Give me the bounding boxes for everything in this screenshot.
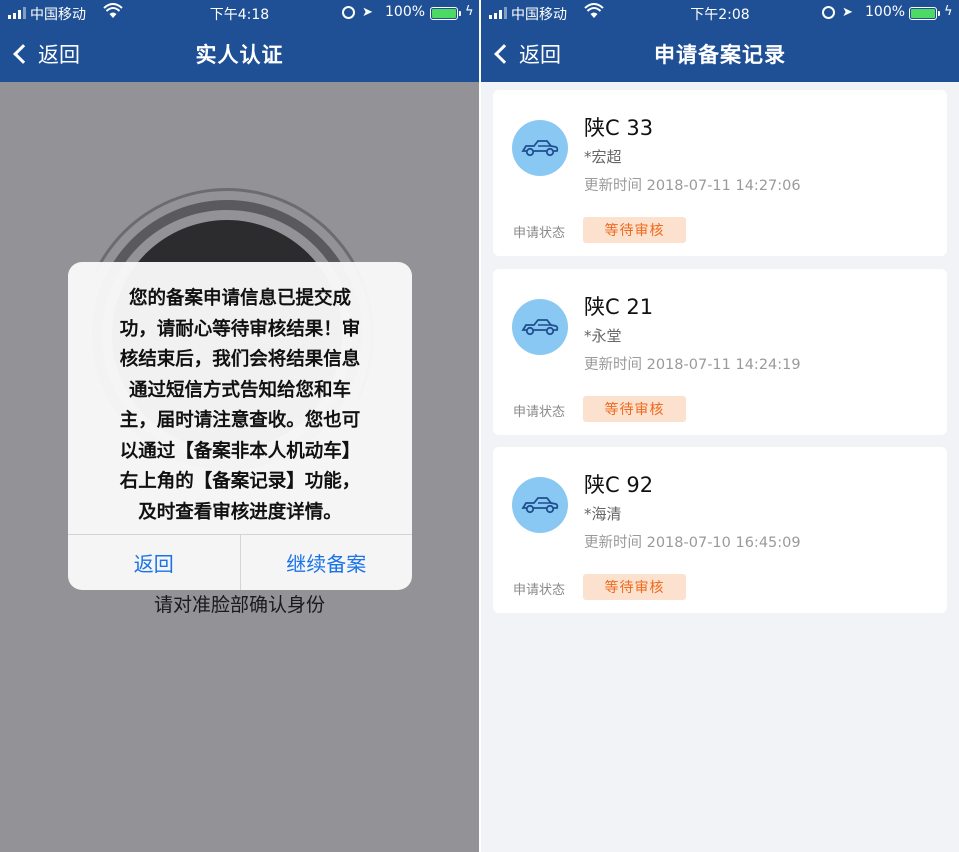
nav-bar: 返回 申请备案记录 — [481, 26, 959, 82]
status-label: 申请状态 — [513, 583, 566, 598]
location-icon: ➤ — [842, 5, 853, 20]
status-label: 申请状态 — [513, 405, 566, 420]
car-icon — [512, 120, 568, 176]
dialog-line: 右上角的【备案记录】功能， — [119, 471, 361, 492]
plate-number: 陕C 33 — [584, 116, 654, 140]
top-bar: 中国移动 下午4:18 ➤ 100% ϟ 返回 实人认证 — [0, 0, 479, 82]
status-badge: 等待审核 — [583, 217, 686, 243]
dialog-line: 您的备案申请信息已提交成 — [128, 288, 351, 309]
dialog-line: 以通过【备案非本人机动车】 — [119, 440, 361, 462]
dialog-back-button[interactable]: 返回 — [68, 535, 240, 590]
car-icon — [512, 477, 568, 533]
battery-icon — [430, 7, 461, 20]
charging-icon: ϟ — [465, 4, 474, 19]
dialog-actions: 返回 继续备案 — [68, 534, 412, 590]
owner-name: *永堂 — [584, 327, 622, 345]
battery-percent: 100% — [865, 4, 906, 20]
update-time: 更新时间 2018-07-11 14:24:19 — [584, 357, 801, 373]
nav-bar: 返回 实人认证 — [0, 26, 479, 82]
dialog-line: 功，请耐心等待审核结果！审 — [119, 318, 361, 340]
page-title: 实人认证 — [195, 43, 284, 67]
location-icon: ➤ — [362, 5, 373, 20]
owner-name: *海清 — [584, 505, 622, 523]
update-time: 更新时间 2018-07-10 16:45:09 — [584, 535, 801, 551]
top-bar: 中国移动 下午2:08 ➤ 100% ϟ 返回 申请备案记录 — [481, 0, 959, 82]
status-bar: 中国移动 下午2:08 ➤ 100% ϟ — [481, 0, 959, 26]
dialog-line: 主，届时请注意查收。您也可 — [119, 410, 361, 431]
owner-name: *宏超 — [584, 148, 622, 166]
face-instruction: 请对准脸部确认身份 — [153, 594, 325, 616]
plate-number: 陕C 92 — [584, 473, 654, 497]
left-screen: 请对准脸部确认身份 中国移动 下午4:18 ➤ 100% ϟ 返回 实人认证 您… — [0, 0, 479, 852]
rotation-lock-icon — [822, 6, 835, 19]
charging-icon: ϟ — [944, 4, 953, 19]
update-time: 更新时间 2018-07-11 14:27:06 — [584, 178, 801, 194]
battery-icon — [909, 7, 940, 20]
record-card[interactable]: 陕C 33 *宏超 更新时间 2018-07-11 14:27:06 申请状态 … — [493, 90, 947, 256]
car-icon — [512, 299, 568, 355]
status-bar: 中国移动 下午4:18 ➤ 100% ϟ — [0, 0, 479, 26]
dialog-message: 您的备案申请信息已提交成 功，请耐心等待审核结果！审 核结束后，我们会将结果信息… — [90, 284, 390, 528]
record-card[interactable]: 陕C 92 *海清 更新时间 2018-07-10 16:45:09 申请状态 … — [493, 447, 947, 613]
record-card[interactable]: 陕C 21 *永堂 更新时间 2018-07-11 14:24:19 申请状态 … — [493, 269, 947, 435]
page-title: 申请备案记录 — [654, 43, 786, 67]
status-label: 申请状态 — [513, 226, 566, 241]
submission-success-dialog: 您的备案申请信息已提交成 功，请耐心等待审核结果！审 核结束后，我们会将结果信息… — [68, 262, 412, 590]
battery-percent: 100% — [385, 4, 426, 20]
rotation-lock-icon — [342, 6, 355, 19]
dialog-line: 核结束后，我们会将结果信息 — [119, 349, 361, 370]
continue-filing-button[interactable]: 继续备案 — [239, 535, 413, 590]
status-badge: 等待审核 — [583, 396, 686, 422]
dialog-line: 及时查看审核进度详情。 — [138, 501, 342, 523]
status-badge: 等待审核 — [583, 574, 686, 600]
right-screen: 中国移动 下午2:08 ➤ 100% ϟ 返回 申请备案记录 陕C 33 *宏超… — [481, 0, 959, 852]
plate-number: 陕C 21 — [584, 295, 654, 319]
dialog-line: 通过短信方式告知给您和车 — [128, 379, 351, 401]
